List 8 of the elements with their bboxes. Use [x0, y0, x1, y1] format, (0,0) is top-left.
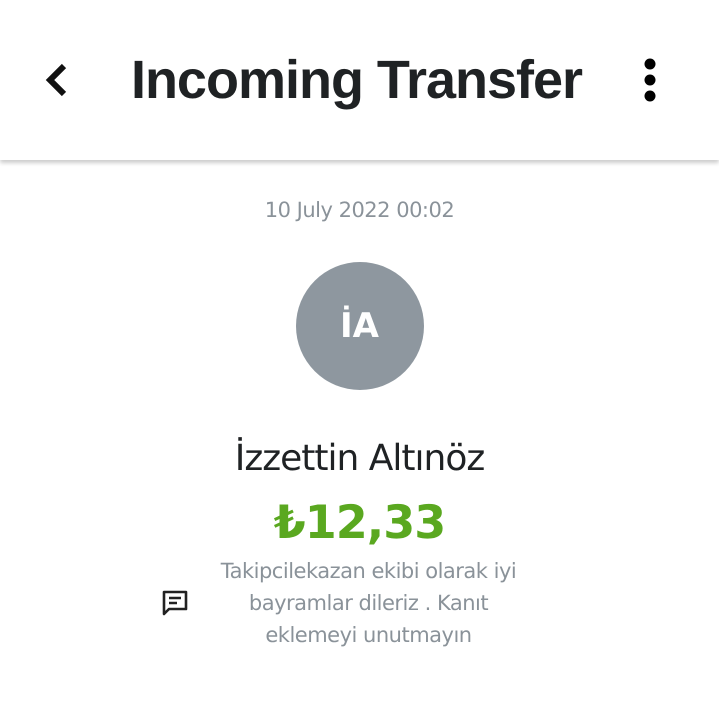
transfer-amount: ₺12,33: [274, 495, 446, 549]
message-icon: [160, 589, 188, 617]
transfer-date: 10 July 2022 00:02: [264, 198, 454, 222]
sender-name: İzzettin Altınöz: [234, 438, 484, 479]
avatar-initials: İA: [340, 306, 379, 346]
transfer-message: Takipcilekazan ekibi olarak iyi bayramlar dileriz . Kanıt eklemeyi unutmayın: [220, 558, 518, 649]
screen-title: Incoming Transfer: [130, 49, 584, 111]
more-options-icon[interactable]: [643, 58, 657, 102]
